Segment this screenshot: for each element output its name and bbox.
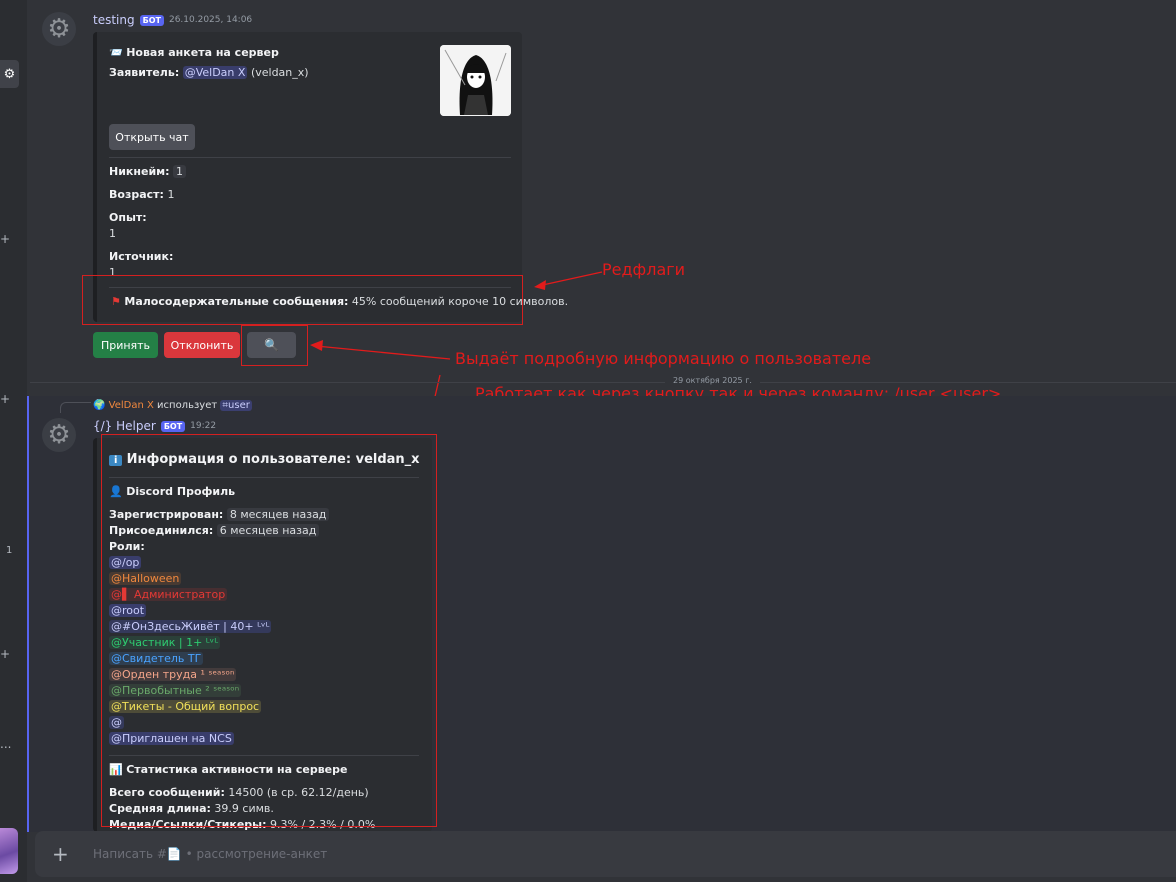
annotation-redflags: Редфлаги xyxy=(602,260,686,279)
field-source-label: Источник: xyxy=(109,250,174,263)
message-header: testing БОТ 26.10.2025, 14:06 xyxy=(93,13,252,27)
reject-button[interactable]: Отклонить xyxy=(164,332,240,358)
reply-connector xyxy=(60,402,91,413)
author-name[interactable]: testing xyxy=(93,13,135,27)
timestamp: 26.10.2025, 14:06 xyxy=(168,15,253,25)
field-experience-value: 1 xyxy=(109,227,116,240)
field-nickname: Никнейм: 1 xyxy=(109,165,187,178)
settings-gear-icon[interactable]: ⚙ xyxy=(0,60,19,88)
applicant-thumbnail[interactable] xyxy=(440,45,511,116)
slash-command-mention[interactable]: ⌗user xyxy=(220,400,252,411)
annotation-box-redflags xyxy=(82,275,523,325)
add-icon[interactable]: + xyxy=(0,232,10,246)
applicant-line: Заявитель: @VelDan X (veldan_x) xyxy=(109,66,309,79)
more-icon[interactable]: ... xyxy=(0,737,11,751)
reply-user[interactable]: VelDan X xyxy=(109,400,154,411)
bot-badge: БОТ xyxy=(160,420,186,432)
annotation-box-user-info xyxy=(101,434,437,827)
message-header: {/} Helper БОТ 19:22 xyxy=(93,419,216,433)
plus-icon[interactable]: + xyxy=(52,842,69,866)
applicant-mention[interactable]: @VelDan X xyxy=(182,66,248,79)
envelope-icon: 📨 xyxy=(109,46,123,59)
date-divider-label: 29 октября 2025 г. xyxy=(665,376,760,385)
bot-avatar-gear-icon[interactable]: ⚙ xyxy=(42,12,76,46)
open-chat-button[interactable]: Открыть чат xyxy=(109,124,195,150)
add-icon[interactable]: + xyxy=(0,647,10,661)
date-divider xyxy=(30,382,1176,383)
divider xyxy=(109,157,511,158)
annotation-box-info-button xyxy=(241,325,308,366)
composer-placeholder[interactable]: Написать #📄 • рассмотрение-анкет xyxy=(93,847,327,861)
author-name[interactable]: {/} Helper xyxy=(93,419,156,433)
add-icon[interactable]: + xyxy=(0,392,10,406)
globe-icon: 🌍 xyxy=(93,400,106,411)
timestamp: 19:22 xyxy=(190,421,217,431)
accept-button[interactable]: Принять xyxy=(93,332,158,358)
bot-avatar-gear-icon[interactable]: ⚙ xyxy=(42,418,76,452)
embed-title: 📨 Новая анкета на сервер xyxy=(109,46,279,59)
user-avatar[interactable] xyxy=(0,828,18,874)
field-experience-label: Опыт: xyxy=(109,211,147,224)
annotation-info-line1: Выдаёт подробную информацию о пользовате… xyxy=(455,349,872,368)
reply-line: 🌍 VelDan X использует ⌗user xyxy=(93,400,252,411)
unread-count-badge: 1 xyxy=(6,545,13,556)
field-age: Возраст: 1 xyxy=(109,188,175,201)
bot-badge: БОТ xyxy=(139,14,164,26)
